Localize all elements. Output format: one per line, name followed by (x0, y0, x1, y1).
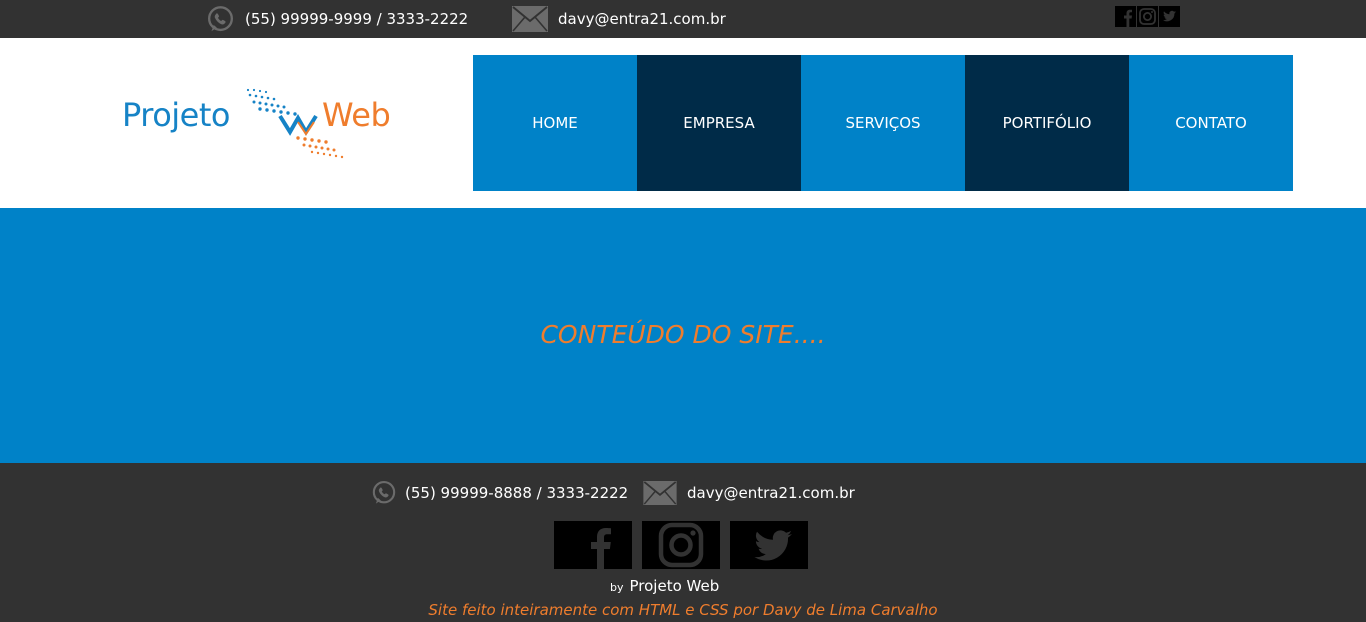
footer-by-logo: by Projeto Web (610, 577, 719, 595)
nav-portifolio[interactable]: PORTIFÓLIO (965, 55, 1129, 191)
facebook-icon[interactable] (554, 521, 632, 569)
by-logo-text: Projeto Web (629, 577, 720, 595)
nav-servicos[interactable]: SERVIÇOS (801, 55, 965, 191)
top-phone[interactable]: (55) 99999-9999 / 3333-2222 (206, 0, 468, 38)
whatsapp-icon (372, 480, 396, 504)
nav-empresa[interactable]: EMPRESA (637, 55, 801, 191)
logo-text-right: Web (322, 96, 391, 134)
facebook-icon[interactable] (1115, 6, 1136, 27)
whatsapp-icon (207, 5, 234, 31)
twitter-icon[interactable] (1159, 6, 1180, 27)
main-nav: HOME EMPRESA SERVIÇOS PORTIFÓLIO CONTATO (473, 55, 1293, 191)
top-email[interactable]: davy@entra21.com.br (512, 0, 726, 38)
header: Projeto Web HOME EMPRESA SERVIÇOS PORTIF… (0, 38, 1366, 208)
footer-email-text: davy@entra21.com.br (687, 484, 855, 502)
footer-phone[interactable]: (55) 99999-8888 / 3333-2222 (371, 479, 628, 507)
envelope-icon (512, 6, 548, 32)
twitter-icon[interactable] (730, 521, 808, 569)
footer-phone-text: (55) 99999-8888 / 3333-2222 (405, 484, 629, 502)
nav-home[interactable]: HOME (473, 55, 637, 191)
by-label: by (610, 581, 624, 594)
footer-credit: Site feito inteiramente com HTML e CSS p… (428, 601, 938, 619)
top-phone-text: (55) 99999-9999 / 3333-2222 (245, 10, 469, 28)
top-email-text: davy@entra21.com.br (558, 10, 726, 28)
footer-email[interactable]: davy@entra21.com.br (643, 479, 855, 507)
top-bar: (55) 99999-9999 / 3333-2222 davy@entra21… (0, 0, 1366, 38)
instagram-icon[interactable] (642, 521, 720, 569)
main-content: CONTEÚDO DO SITE.... (0, 208, 1366, 463)
footer: (55) 99999-8888 / 3333-2222 davy@entra21… (0, 463, 1366, 622)
footer-social-links (554, 521, 808, 569)
nav-contato[interactable]: CONTATO (1129, 55, 1293, 191)
site-logo[interactable]: Projeto Web (118, 86, 418, 160)
logo-text-left: Projeto (122, 96, 230, 134)
envelope-icon (643, 481, 677, 505)
top-social-links (1115, 6, 1180, 27)
main-content-text: CONTEÚDO DO SITE.... (540, 320, 826, 349)
instagram-icon[interactable] (1137, 6, 1158, 27)
